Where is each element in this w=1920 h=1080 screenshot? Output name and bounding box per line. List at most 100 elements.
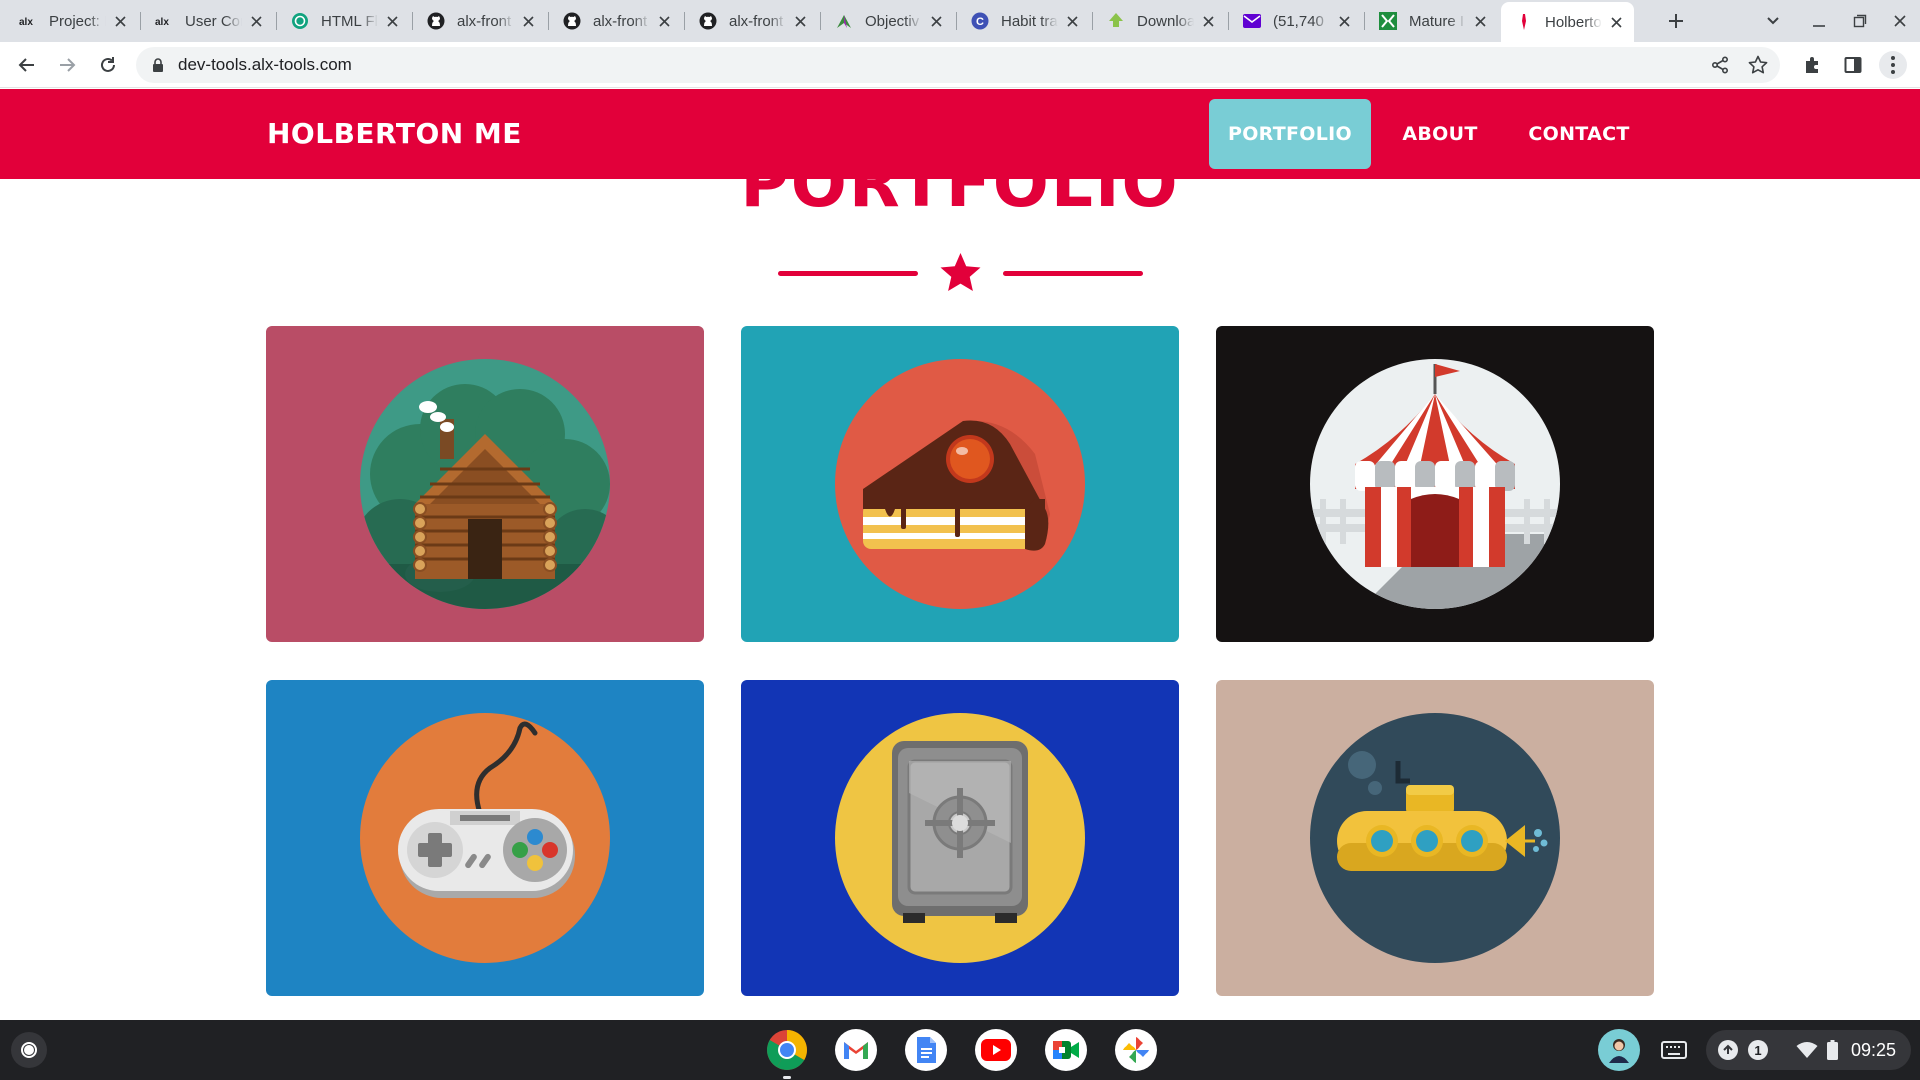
close-icon — [386, 15, 398, 27]
upload-status[interactable] — [1718, 1040, 1738, 1060]
portfolio-item-cake[interactable] — [741, 326, 1179, 642]
tab-close-button[interactable] — [1200, 13, 1216, 29]
chatgpt-icon — [291, 12, 309, 30]
docs-icon — [917, 1037, 936, 1063]
tab-close-button[interactable] — [656, 13, 672, 29]
back-button[interactable] — [13, 51, 41, 79]
more-vert-icon — [1891, 56, 1895, 74]
tab-close-button[interactable] — [1064, 13, 1080, 29]
tab-close-button[interactable] — [384, 13, 400, 29]
tab-close-button[interactable] — [112, 13, 128, 29]
upload-icon — [1723, 1044, 1733, 1054]
side-panel-button[interactable] — [1839, 51, 1867, 79]
new-tab-button[interactable] — [1663, 8, 1689, 34]
notification-badge[interactable]: 1 — [1748, 1040, 1768, 1060]
arrow-right-icon — [60, 58, 76, 72]
close-icon — [1338, 15, 1350, 27]
forward-button[interactable] — [53, 51, 81, 79]
clock: 09:25 — [1851, 1040, 1897, 1060]
minimize-button[interactable] — [1806, 8, 1832, 34]
portfolio-item-cabin[interactable] — [266, 326, 704, 642]
url-text: dev-tools.alx-tools.com — [178, 55, 352, 74]
shelf-app-docs[interactable] — [905, 1029, 947, 1071]
tab-close-button[interactable] — [248, 13, 264, 29]
alx-logo: alx — [155, 12, 173, 30]
portfolio-item-submarine[interactable] — [1216, 680, 1654, 996]
close-icon — [794, 15, 806, 27]
tab-title: alx-front — [593, 12, 648, 30]
holberton-icon — [1515, 13, 1533, 31]
tab-close-button[interactable] — [1472, 13, 1488, 29]
browser-tab[interactable]: (51,740 — [1229, 5, 1362, 37]
browser-tab[interactable]: Objectiv — [821, 5, 954, 37]
green-logo — [1379, 12, 1397, 30]
reload-button[interactable] — [94, 51, 122, 79]
shelf-holding-space[interactable] — [1598, 1029, 1640, 1071]
tab-close-button[interactable] — [1608, 14, 1624, 30]
safe-icon — [835, 713, 1085, 963]
browser-tab[interactable]: Mature I — [1365, 5, 1498, 37]
shelf-app-meet[interactable] — [1045, 1029, 1087, 1071]
keyboard-icon — [1661, 1041, 1687, 1059]
tab-title: Project: I — [49, 12, 106, 30]
divider-line-right — [1003, 271, 1143, 276]
tab-close-button[interactable] — [1336, 13, 1352, 29]
close-window-button[interactable] — [1887, 8, 1913, 34]
tab-title: Mature I — [1409, 12, 1465, 30]
svg-text:alx: alx — [19, 17, 33, 26]
youtube-icon — [981, 1039, 1011, 1061]
close-icon — [930, 15, 942, 27]
tab-title: Downloa — [1137, 12, 1194, 30]
shelf-app-chrome[interactable] — [766, 1029, 808, 1079]
share-button[interactable] — [1706, 51, 1734, 79]
avatar-icon — [1609, 1039, 1629, 1063]
browser-tab[interactable]: alx-front — [549, 5, 682, 37]
mail-icon — [1243, 12, 1261, 30]
nav-link-about[interactable]: ABOUT — [1385, 99, 1495, 169]
nav-link-contact[interactable]: CONTACT — [1515, 99, 1643, 169]
share-icon — [1711, 56, 1729, 74]
reload-icon — [101, 57, 115, 72]
shelf-app-photos[interactable] — [1115, 1029, 1157, 1071]
tab-title: User Con — [185, 12, 242, 30]
browser-tab[interactable]: alx-front — [413, 5, 546, 37]
browser-tab[interactable]: C Habit tra — [957, 5, 1090, 37]
battery-icon — [1827, 1040, 1838, 1060]
browser-tab[interactable]: HTML Fl — [277, 5, 410, 37]
browser-tab[interactable]: alx User Con — [141, 5, 274, 37]
bookmark-button[interactable] — [1744, 51, 1772, 79]
restore-button[interactable] — [1847, 8, 1873, 34]
cake-icon — [835, 359, 1085, 609]
tab-search-button[interactable] — [1760, 8, 1786, 34]
github-icon — [427, 12, 445, 30]
battery-status — [1827, 1040, 1838, 1065]
svg-text:C: C — [976, 16, 984, 28]
address-bar[interactable]: dev-tools.alx-tools.com — [136, 47, 1780, 83]
portfolio-item-safe[interactable] — [741, 680, 1179, 996]
close-icon — [1894, 15, 1906, 27]
extensions-button[interactable] — [1799, 51, 1827, 79]
browser-menu-button[interactable] — [1879, 51, 1907, 79]
tab-close-button[interactable] — [520, 13, 536, 29]
site-brand[interactable]: HOLBERTON ME — [267, 117, 522, 150]
puzzle-icon — [1806, 57, 1818, 73]
launcher-button[interactable] — [11, 1032, 47, 1068]
browser-tab[interactable]: alx Project: I — [5, 5, 138, 37]
status-tray[interactable]: 1 09:25 — [1706, 1030, 1911, 1070]
shelf-app-youtube[interactable] — [975, 1029, 1017, 1071]
tab-title: HTML Fl — [321, 12, 378, 30]
photos-icon — [1123, 1037, 1149, 1063]
tab-close-button[interactable] — [792, 13, 808, 29]
browser-tab[interactable]: Holberto — [1501, 2, 1634, 42]
portfolio-item-circus[interactable] — [1216, 326, 1654, 642]
download-icon — [1107, 12, 1125, 30]
tab-close-button[interactable] — [928, 13, 944, 29]
tab-title: Habit tra — [1001, 12, 1058, 30]
browser-tab[interactable]: alx-front — [685, 5, 818, 37]
nav-link-portfolio[interactable]: PORTFOLIO — [1209, 99, 1371, 169]
close-icon — [1474, 15, 1486, 27]
portfolio-item-game-controller[interactable] — [266, 680, 704, 996]
shelf-app-gmail[interactable] — [835, 1029, 877, 1071]
virtual-keyboard-button[interactable] — [1656, 1032, 1692, 1068]
browser-tab[interactable]: Downloa — [1093, 5, 1226, 37]
